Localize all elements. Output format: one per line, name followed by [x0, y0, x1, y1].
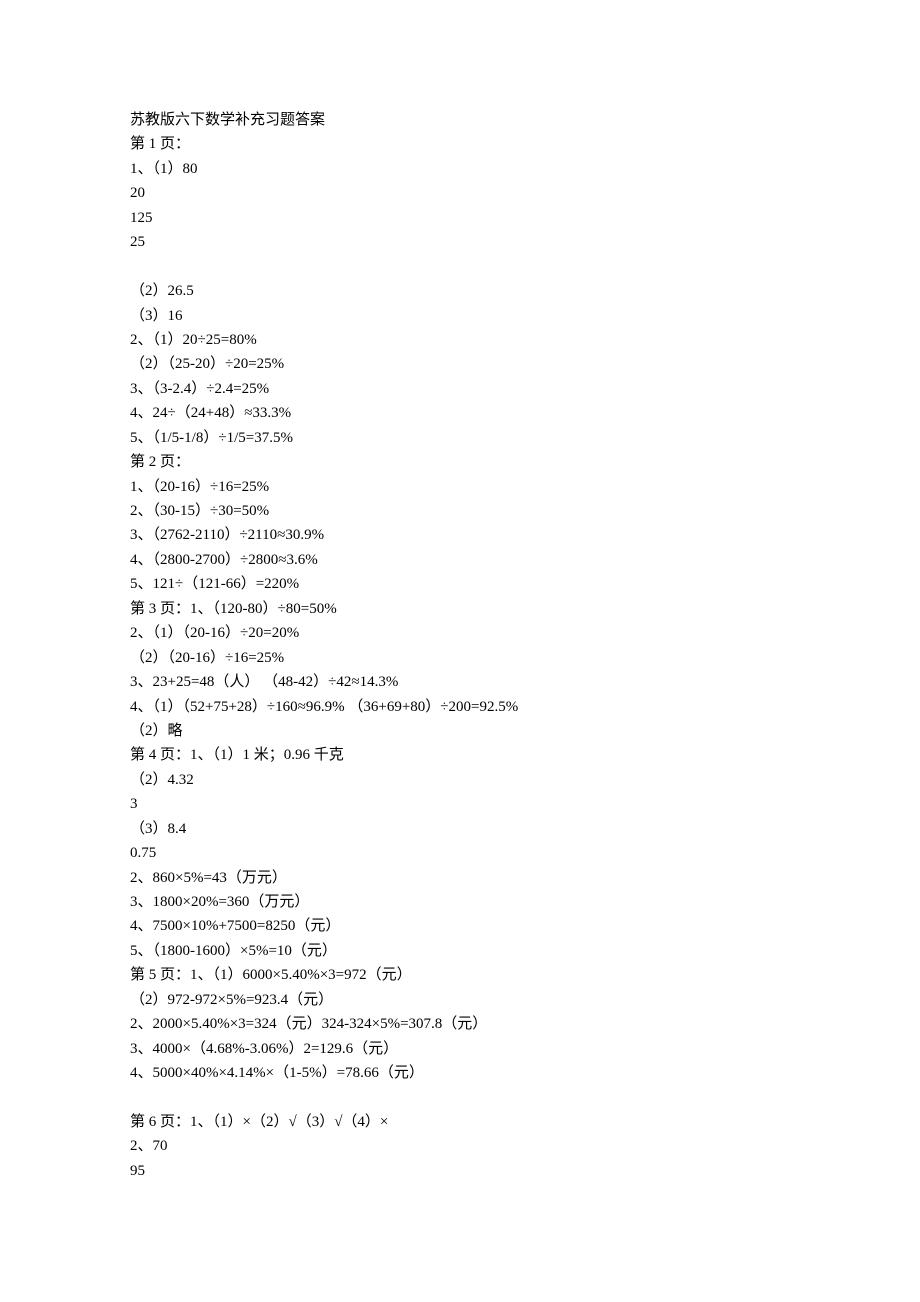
text-line: 3、4000×（4.68%-3.06%）2=129.6（元）: [130, 1037, 790, 1061]
text-line: （3）8.4: [130, 817, 790, 841]
text-line: （2）26.5: [130, 279, 790, 303]
text-line: 苏教版六下数学补充习题答案: [130, 108, 790, 132]
text-line: 4、7500×10%+7500=8250（元）: [130, 914, 790, 938]
text-line: 第 3 页：1、（120-80）÷80=50%: [130, 597, 790, 621]
text-line: 2、860×5%=43（万元）: [130, 866, 790, 890]
text-line: [130, 1086, 790, 1110]
text-line: 第 5 页：1、（1）6000×5.40%×3=972（元）: [130, 963, 790, 987]
text-line: 2、（30-15）÷30=50%: [130, 499, 790, 523]
text-line: 2、2000×5.40%×3=324（元）324-324×5%=307.8（元）: [130, 1012, 790, 1036]
text-line: 5、121÷（121-66）=220%: [130, 572, 790, 596]
text-line: [130, 255, 790, 279]
text-line: 25: [130, 230, 790, 254]
text-line: 4、（1）（52+75+28）÷160≈96.9% （36+69+80）÷200…: [130, 695, 790, 719]
text-line: 95: [130, 1159, 790, 1183]
text-line: 20: [130, 181, 790, 205]
text-line: 2、（1）（20-16）÷20=20%: [130, 621, 790, 645]
text-line: 125: [130, 206, 790, 230]
text-line: 3、1800×20%=360（万元）: [130, 890, 790, 914]
text-line: 第 4 页：1、（1）1 米；0.96 千克: [130, 743, 790, 767]
text-line: 2、70: [130, 1134, 790, 1158]
text-line: 第 2 页：: [130, 450, 790, 474]
text-line: 4、5000×40%×4.14%×（1-5%）=78.66（元）: [130, 1061, 790, 1085]
document-content: 苏教版六下数学补充习题答案第 1 页：1、（1）802012525 （2）26.5…: [130, 108, 790, 1183]
text-line: 3、（2762-2110）÷2110≈30.9%: [130, 523, 790, 547]
text-line: 1、（20-16）÷16=25%: [130, 475, 790, 499]
text-line: （2）4.32: [130, 768, 790, 792]
text-line: （2）972-972×5%=923.4（元）: [130, 988, 790, 1012]
text-line: 5、（1800-1600）×5%=10（元）: [130, 939, 790, 963]
text-line: 5、（1/5-1/8）÷1/5=37.5%: [130, 426, 790, 450]
text-line: 第 1 页：: [130, 132, 790, 156]
text-line: 4、24÷（24+48）≈33.3%: [130, 401, 790, 425]
text-line: 3、（3-2.4）÷2.4=25%: [130, 377, 790, 401]
text-line: （2）略: [130, 719, 790, 743]
text-line: （2）（25-20）÷20=25%: [130, 352, 790, 376]
text-line: （3）16: [130, 304, 790, 328]
text-line: 2、（1）20÷25=80%: [130, 328, 790, 352]
text-line: （2）（20-16）÷16=25%: [130, 646, 790, 670]
text-line: 4、（2800-2700）÷2800≈3.6%: [130, 548, 790, 572]
text-line: 3、23+25=48（人） （48-42）÷42≈14.3%: [130, 670, 790, 694]
text-line: 0.75: [130, 841, 790, 865]
text-line: 第 6 页：1、（1）×（2）√（3）√（4）×: [130, 1110, 790, 1134]
text-line: 1、（1）80: [130, 157, 790, 181]
text-line: 3: [130, 792, 790, 816]
